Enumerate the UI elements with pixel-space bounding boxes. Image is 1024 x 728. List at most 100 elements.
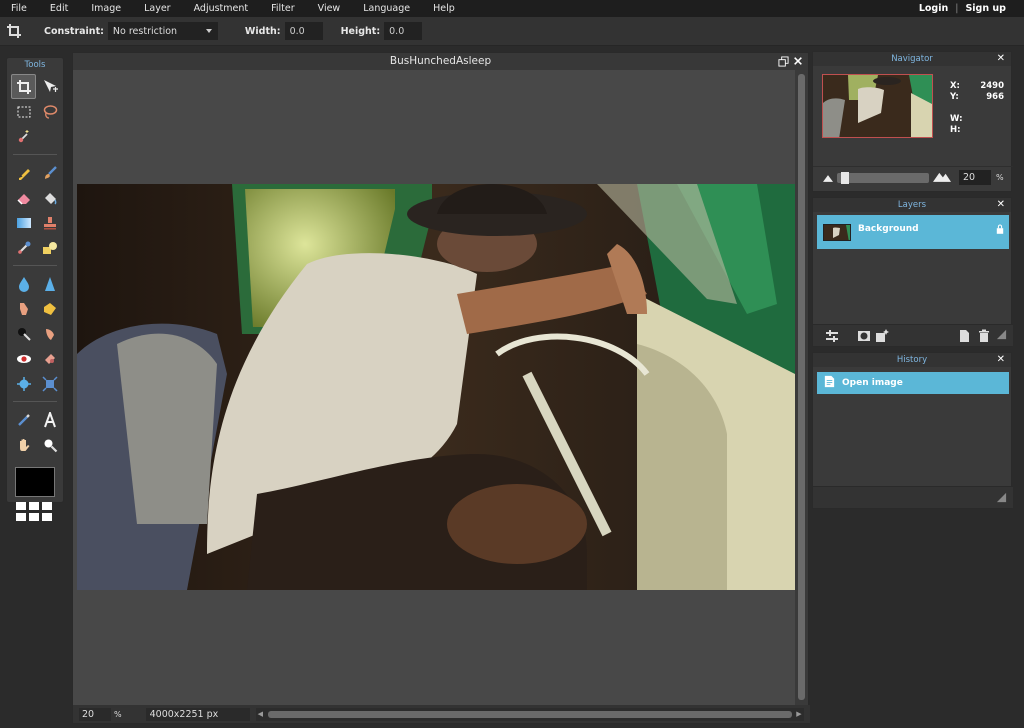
zoom-tool[interactable] bbox=[37, 432, 62, 457]
paint-bucket-tool[interactable] bbox=[37, 185, 62, 210]
magic-wand-tool[interactable] bbox=[11, 124, 36, 149]
color-replace-tool[interactable] bbox=[11, 235, 36, 260]
x-label: X: bbox=[950, 81, 960, 91]
color-replace-icon bbox=[17, 241, 30, 254]
close-icon[interactable]: ✕ bbox=[997, 198, 1005, 212]
h-value bbox=[964, 125, 1004, 136]
spot-heal-tool[interactable] bbox=[37, 346, 62, 371]
layer-settings-icon[interactable] bbox=[825, 329, 839, 343]
crop-tool[interactable] bbox=[11, 74, 36, 99]
hand-tool[interactable] bbox=[11, 432, 36, 457]
document-window: BusHunchedAsleep 20 % 4000x2251 px ◀ ▶ bbox=[72, 52, 810, 724]
vertical-scrollbar[interactable] bbox=[795, 70, 808, 706]
navigator-titlebar: Navigator ✕ bbox=[813, 52, 1011, 66]
resize-grip-icon[interactable] bbox=[996, 329, 1010, 343]
history-item-name: Open image bbox=[842, 378, 903, 388]
sponge-tool[interactable] bbox=[37, 296, 62, 321]
pinch-tool[interactable] bbox=[37, 371, 62, 396]
tool-options-bar: Constraint: No restriction Width: 0.0 He… bbox=[0, 17, 1024, 46]
w-value bbox=[964, 114, 1004, 125]
brush-tool[interactable] bbox=[37, 160, 62, 185]
move-tool[interactable] bbox=[37, 74, 62, 99]
pencil-tool[interactable] bbox=[11, 160, 36, 185]
scroll-right-icon[interactable]: ▶ bbox=[796, 710, 801, 718]
history-item[interactable]: Open image bbox=[817, 372, 1009, 394]
canvas-area[interactable] bbox=[73, 70, 796, 706]
signup-link[interactable]: Sign up bbox=[965, 3, 1006, 14]
menu-filter[interactable]: Filter bbox=[260, 3, 307, 14]
constraint-select[interactable]: No restriction bbox=[107, 22, 218, 40]
close-icon[interactable] bbox=[791, 54, 805, 68]
layers-titlebar: Layers ✕ bbox=[813, 198, 1011, 212]
document-icon bbox=[823, 375, 836, 391]
close-icon[interactable]: ✕ bbox=[997, 353, 1005, 367]
red-eye-tool[interactable] bbox=[11, 346, 36, 371]
tools-panel: Tools bbox=[6, 57, 64, 521]
sharpen-tool[interactable] bbox=[37, 271, 62, 296]
color-picker-tool[interactable] bbox=[11, 407, 36, 432]
color-palette-grid-icon[interactable] bbox=[16, 502, 63, 521]
menu-adjustment[interactable]: Adjustment bbox=[183, 3, 261, 14]
y-label: Y: bbox=[950, 92, 959, 102]
layer-effects-icon[interactable] bbox=[875, 329, 889, 343]
layer-mask-icon[interactable] bbox=[857, 329, 871, 343]
eraser-tool[interactable] bbox=[11, 185, 36, 210]
document-image[interactable] bbox=[77, 184, 795, 590]
gradient-tool[interactable] bbox=[11, 210, 36, 235]
horizontal-scroll-thumb[interactable] bbox=[267, 710, 792, 718]
smudge-tool[interactable] bbox=[11, 296, 36, 321]
navigator-thumbnail[interactable] bbox=[822, 74, 933, 138]
bloat-tool[interactable] bbox=[11, 371, 36, 396]
menu-file[interactable]: File bbox=[0, 3, 39, 14]
close-icon[interactable]: ✕ bbox=[997, 52, 1005, 66]
brush-icon bbox=[44, 165, 57, 179]
burn-icon bbox=[45, 328, 54, 340]
layer-name: Background bbox=[858, 224, 919, 234]
burn-tool[interactable] bbox=[37, 321, 62, 346]
marquee-tool[interactable] bbox=[11, 99, 36, 124]
zoom-in-icon[interactable] bbox=[933, 171, 951, 185]
dodge-tool[interactable] bbox=[11, 321, 36, 346]
vertical-scroll-thumb[interactable] bbox=[798, 74, 805, 700]
login-link[interactable]: Login bbox=[919, 3, 948, 14]
drawing-icon bbox=[42, 241, 57, 254]
history-panel: History ✕ Open image bbox=[812, 352, 1013, 509]
horizontal-scrollbar[interactable]: ◀ ▶ bbox=[255, 707, 804, 721]
menu-view[interactable]: View bbox=[307, 3, 353, 14]
drawing-tool[interactable] bbox=[37, 235, 62, 260]
paint-bucket-icon bbox=[44, 192, 56, 205]
tools-grid-retouch bbox=[7, 269, 63, 398]
lasso-icon bbox=[43, 104, 57, 119]
menu-language[interactable]: Language bbox=[352, 3, 422, 14]
history-titlebar: History ✕ bbox=[813, 353, 1011, 367]
zoom-out-icon[interactable] bbox=[823, 174, 833, 185]
height-input[interactable]: 0.0 bbox=[384, 22, 423, 40]
menu-layer[interactable]: Layer bbox=[133, 3, 183, 14]
clone-stamp-tool[interactable] bbox=[37, 210, 62, 235]
crop-icon bbox=[16, 79, 31, 94]
width-input[interactable]: 0.0 bbox=[284, 22, 323, 40]
menu-help[interactable]: Help bbox=[422, 3, 467, 14]
smudge-icon bbox=[19, 302, 28, 315]
foreground-color-swatch[interactable] bbox=[15, 467, 55, 497]
scroll-left-icon[interactable]: ◀ bbox=[258, 710, 263, 718]
lasso-tool[interactable] bbox=[37, 99, 62, 124]
zoom-slider-knob[interactable] bbox=[841, 172, 849, 184]
zoom-slider[interactable] bbox=[837, 172, 929, 184]
resize-grip-icon[interactable] bbox=[996, 492, 1007, 506]
type-tool[interactable] bbox=[37, 407, 62, 432]
menu-image[interactable]: Image bbox=[80, 3, 133, 14]
history-title: History bbox=[896, 355, 928, 365]
blur-tool[interactable] bbox=[11, 271, 36, 296]
trash-icon[interactable] bbox=[977, 329, 991, 343]
zoom-input[interactable]: 20 bbox=[79, 707, 111, 721]
navigator-zoom-input[interactable]: 20 bbox=[959, 170, 991, 185]
constraint-value: No restriction bbox=[112, 25, 178, 37]
restore-window-icon[interactable] bbox=[776, 54, 790, 68]
new-layer-icon[interactable] bbox=[957, 329, 971, 343]
layer-row[interactable]: Background bbox=[817, 215, 1009, 249]
account-separator: | bbox=[955, 3, 959, 14]
spot-heal-icon bbox=[44, 353, 55, 364]
menu-edit[interactable]: Edit bbox=[39, 3, 80, 14]
y-value: 966 bbox=[986, 92, 1004, 102]
